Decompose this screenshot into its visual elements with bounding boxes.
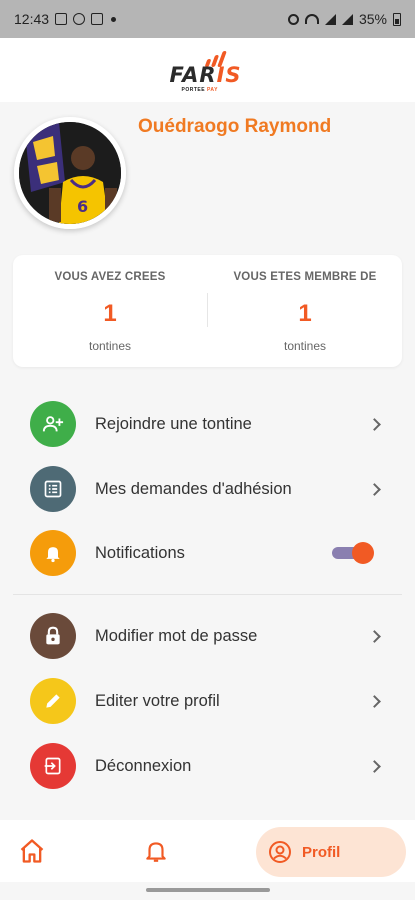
wifi-icon	[304, 14, 319, 24]
logo-text: FARIS	[169, 63, 242, 87]
avatar-photo: 6	[19, 122, 121, 224]
list-icon	[30, 466, 76, 512]
pencil-icon	[30, 678, 76, 724]
bottom-nav: Profil	[0, 820, 415, 882]
stat-label: VOUS ETES MEMBRE DE	[233, 271, 377, 283]
menu-label: Notifications	[95, 543, 185, 562]
status-time: 12:43	[14, 11, 50, 27]
bell-icon	[146, 842, 166, 862]
signal-icon	[324, 13, 336, 25]
menu-label: Déconnexion	[95, 756, 192, 775]
lock-icon	[30, 613, 76, 659]
menu-item-change-password[interactable]: Modifier mot de passe	[0, 606, 415, 666]
stat-member: VOUS ETES MEMBRE DE 1 tontines	[208, 255, 402, 367]
logo-subtitle: PORTEE PAY	[181, 87, 218, 93]
stat-unit: tontines	[283, 339, 327, 353]
stat-value: 1	[103, 300, 117, 327]
stats-card: VOUS AVEZ CREES 1 tontines VOUS ETES MEM…	[13, 255, 402, 367]
nav-profile[interactable]: Profil	[256, 827, 406, 877]
chevron-right-icon	[368, 759, 381, 773]
battery-icon	[393, 12, 401, 26]
chevron-right-icon	[368, 482, 381, 496]
avatar[interactable]: 6	[14, 117, 126, 229]
profile-name: Ouédraogo Raymond	[138, 116, 332, 137]
menu-label: Editer votre profil	[95, 691, 220, 710]
profile-icon	[269, 841, 291, 863]
battery-percent: 35%	[358, 11, 387, 27]
nav-profile-label: Profil	[302, 843, 341, 861]
gallery-icon	[55, 13, 68, 25]
svg-text:6: 6	[77, 197, 88, 216]
home-icon	[20, 839, 44, 863]
more-notifications-icon	[111, 16, 117, 22]
bell-icon	[30, 530, 76, 576]
chevron-right-icon	[368, 417, 381, 431]
mail-icon	[91, 13, 104, 25]
menu-label: Rejoindre une tontine	[95, 414, 252, 433]
menu-separator	[13, 594, 402, 595]
add-user-icon	[30, 401, 76, 447]
stat-label: VOUS AVEZ CREES	[54, 271, 166, 283]
nav-notifications[interactable]	[143, 837, 169, 870]
menu-item-notifications[interactable]: Notifications	[0, 523, 415, 583]
stat-created: VOUS AVEZ CREES 1 tontines	[13, 255, 207, 367]
logout-icon	[30, 743, 76, 789]
menu-label: Mes demandes d'adhésion	[95, 479, 292, 498]
chevron-right-icon	[368, 694, 381, 708]
toggle-knob	[352, 542, 374, 564]
telegram-icon	[73, 13, 86, 25]
stat-value: 1	[298, 300, 312, 327]
gesture-bar[interactable]	[146, 888, 270, 892]
status-bar: 12:43 35%	[0, 0, 415, 38]
stat-unit: tontines	[88, 339, 132, 353]
alarm-icon	[287, 13, 299, 25]
chevron-right-icon	[368, 629, 381, 643]
menu-item-my-requests[interactable]: Mes demandes d'adhésion	[0, 459, 415, 519]
menu-item-logout[interactable]: Déconnexion	[0, 736, 415, 796]
app-logo: FARIS PORTEE PAY	[168, 45, 248, 95]
nav-home[interactable]	[18, 837, 46, 870]
signal-icon	[341, 13, 353, 25]
app-header: FARIS PORTEE PAY	[0, 38, 415, 102]
menu-label: Modifier mot de passe	[95, 626, 258, 645]
notifications-toggle[interactable]	[332, 541, 374, 565]
menu-item-join-tontine[interactable]: Rejoindre une tontine	[0, 394, 415, 454]
menu-item-edit-profile[interactable]: Editer votre profil	[0, 671, 415, 731]
